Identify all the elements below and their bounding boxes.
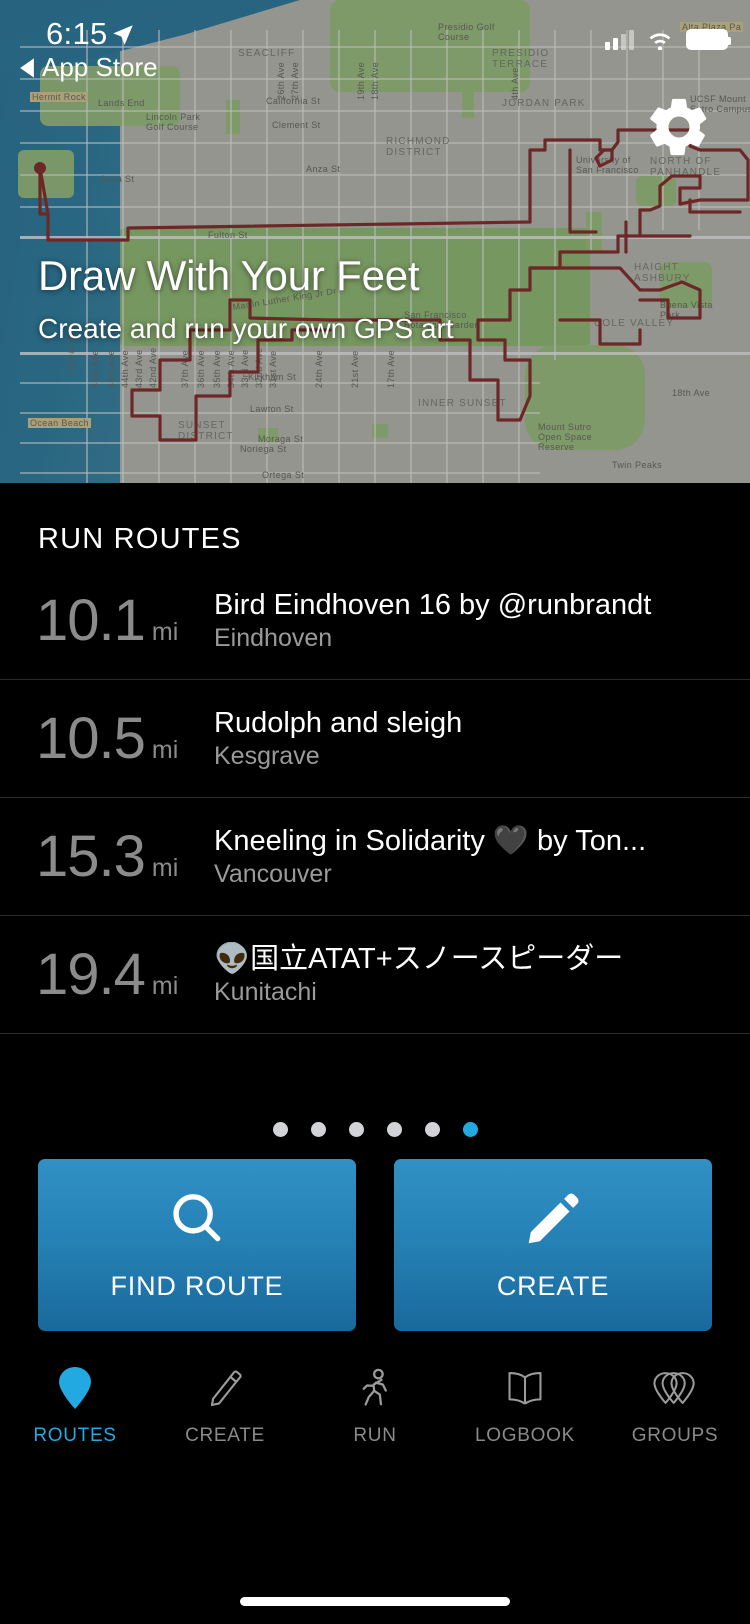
hero-title: Draw With Your Feet [38,251,420,299]
tab-groups[interactable]: GROUPS [600,1367,750,1447]
route-distance-unit: mi [151,617,179,646]
tab-groups-label: GROUPS [631,1425,719,1446]
create-label: CREATE [496,1271,610,1301]
route-city: Kesgrave [214,742,320,771]
page-dot[interactable] [386,1122,402,1137]
running-person-icon [358,1367,392,1414]
wifi-icon [649,33,671,50]
route-distance: 10.5 mi [36,705,214,771]
tab-create-label: CREATE [185,1425,265,1446]
route-name: Bird Eindhoven 16 by @runbrandt [214,588,652,621]
page-title: RUN ROUTES [38,523,242,555]
route-list-item[interactable]: 15.3 mi Kneeling in Solidarity 🖤 by Ton.… [0,798,750,916]
hero-subtitle: Create and run your own GPS art [38,313,454,344]
tab-create[interactable]: CREATE [150,1367,300,1447]
find-route-button[interactable]: FIND ROUTE [38,1159,356,1331]
page-dot[interactable] [348,1122,364,1137]
location-arrow-icon [110,22,136,53]
route-details: Kneeling in Solidarity 🖤 by Ton... Vanco… [214,824,738,889]
page-dot[interactable] [424,1122,440,1137]
groups-teardrops-icon [652,1367,698,1414]
tab-run-label: RUN [353,1425,397,1446]
route-list-item[interactable]: 10.5 mi Rudolph and sleigh Kesgrave [0,680,750,798]
route-distance-value: 10.1 [36,587,146,653]
tab-logbook-label: LOGBOOK [475,1425,575,1446]
create-button[interactable]: CREATE [394,1159,712,1331]
gear-icon[interactable] [644,92,714,167]
bottom-tab-bar: ROUTES CREATE RUN LOGBOOK GROUPS [0,1367,750,1453]
page-indicator [0,1122,750,1137]
page-dot[interactable] [310,1122,326,1137]
route-distance-unit: mi [151,971,179,1000]
route-distance-value: 19.4 [36,941,146,1007]
status-bar: 6:15 App Store [0,0,750,92]
route-distance-value: 10.5 [36,705,146,771]
route-distance-unit: mi [151,853,179,882]
tab-run[interactable]: RUN [300,1367,450,1447]
open-book-icon [506,1367,544,1414]
route-list-item[interactable]: 19.4 mi 👽国立ATAT+スノースピーダー Kunitachi [0,916,750,1034]
route-details: 👽国立ATAT+スノースピーダー Kunitachi [214,942,738,1007]
route-distance: 10.1 mi [36,587,214,653]
page-dot-active[interactable] [462,1122,478,1137]
map-pin-icon [58,1367,92,1414]
find-route-label: FIND ROUTE [110,1271,284,1301]
battery-icon [686,29,731,50]
route-distance-unit: mi [151,735,179,764]
home-indicator[interactable] [240,1597,510,1606]
route-distance: 19.4 mi [36,941,214,1007]
route-list: 10.1 mi Bird Eindhoven 16 by @runbrandt … [0,562,750,1034]
back-to-app-store-button[interactable]: App Store [18,52,158,83]
route-name: Kneeling in Solidarity 🖤 by Ton... [214,824,647,857]
route-name: Rudolph and sleigh [214,706,463,739]
tab-logbook[interactable]: LOGBOOK [450,1367,600,1447]
status-bar-indicators [605,28,731,50]
route-distance-value: 15.3 [36,823,146,889]
hero-text-block: Draw With Your Feet Create and run your … [38,251,454,345]
tab-routes-label: ROUTES [33,1425,117,1446]
route-name: 👽国立ATAT+スノースピーダー [214,942,624,975]
cellular-signal-icon [605,30,634,50]
route-details: Rudolph and sleigh Kesgrave [214,706,738,771]
route-distance: 15.3 mi [36,823,214,889]
status-bar-time: 6:15 [46,16,108,51]
action-button-row: FIND ROUTE CREATE [0,1159,750,1331]
route-city: Eindhoven [214,624,333,653]
route-details: Bird Eindhoven 16 by @runbrandt Eindhove… [214,588,738,653]
page-dot[interactable] [272,1122,288,1137]
pencil-icon [522,1188,584,1255]
route-city: Kunitachi [214,978,317,1007]
pencil-icon [208,1367,242,1414]
back-label: App Store [42,52,158,82]
search-icon [166,1188,228,1255]
back-triangle-icon [20,57,34,78]
route-list-item[interactable]: 10.1 mi Bird Eindhoven 16 by @runbrandt … [0,562,750,680]
route-city: Vancouver [214,860,332,889]
tab-routes[interactable]: ROUTES [0,1367,150,1447]
app-screen: SEACLIFF Hermit Rock Lands End Lincoln P… [0,0,750,1624]
